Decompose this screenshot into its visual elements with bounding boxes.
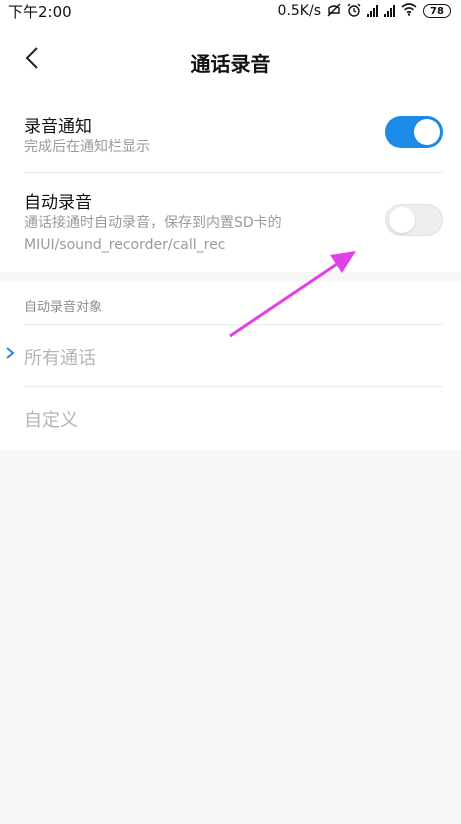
page-title: 通话录音 xyxy=(190,52,271,76)
wifi-icon xyxy=(401,3,417,19)
selected-chevron-icon xyxy=(6,347,15,359)
signal-icon xyxy=(384,5,395,17)
screen: 下午2:00 0.5K/s 78 通话录音 录音通知 完成后在通知栏显示 自动录… xyxy=(0,0,461,824)
auto-record-toggle[interactable] xyxy=(385,204,443,236)
auto-record-description: 通话接通时自动录音，保存到内置SD卡的MIUI/sound_recorder/c… xyxy=(24,215,282,253)
option-custom[interactable]: 自定义 xyxy=(0,386,461,448)
option-label: 所有通话 xyxy=(24,348,96,369)
net-speed: 0.5K/s xyxy=(277,3,321,19)
status-icons: 0.5K/s 78 xyxy=(278,3,451,20)
alarm-icon xyxy=(347,3,361,20)
toggle-knob xyxy=(389,207,415,233)
battery-icon: 78 xyxy=(423,4,451,18)
signal-hd-icon xyxy=(367,5,378,17)
section-header: 自动录音对象 xyxy=(24,300,103,315)
mute-icon xyxy=(327,3,341,20)
record-notice-row[interactable]: 录音通知 完成后在通知栏显示 xyxy=(0,96,461,172)
auto-record-label: 自动录音 xyxy=(24,193,92,213)
status-time: 下午2:00 xyxy=(8,2,72,21)
record-notice-toggle[interactable] xyxy=(385,116,443,148)
settings-card: 录音通知 完成后在通知栏显示 自动录音 通话接通时自动录音，保存到内置SD卡的M… xyxy=(0,96,461,272)
record-notice-description: 完成后在通知栏显示 xyxy=(24,139,150,155)
auto-record-target-section: 自动录音对象 所有通话 自定义 xyxy=(0,282,461,450)
option-label: 自定义 xyxy=(24,410,78,431)
status-bar: 下午2:00 0.5K/s 78 xyxy=(0,0,461,22)
auto-record-row[interactable]: 自动录音 通话接通时自动录音，保存到内置SD卡的MIUI/sound_recor… xyxy=(0,172,461,272)
record-notice-label: 录音通知 xyxy=(24,117,92,137)
toggle-knob xyxy=(414,119,440,145)
option-all-calls[interactable]: 所有通话 xyxy=(0,324,461,386)
title-bar: 通话录音 xyxy=(0,22,461,96)
